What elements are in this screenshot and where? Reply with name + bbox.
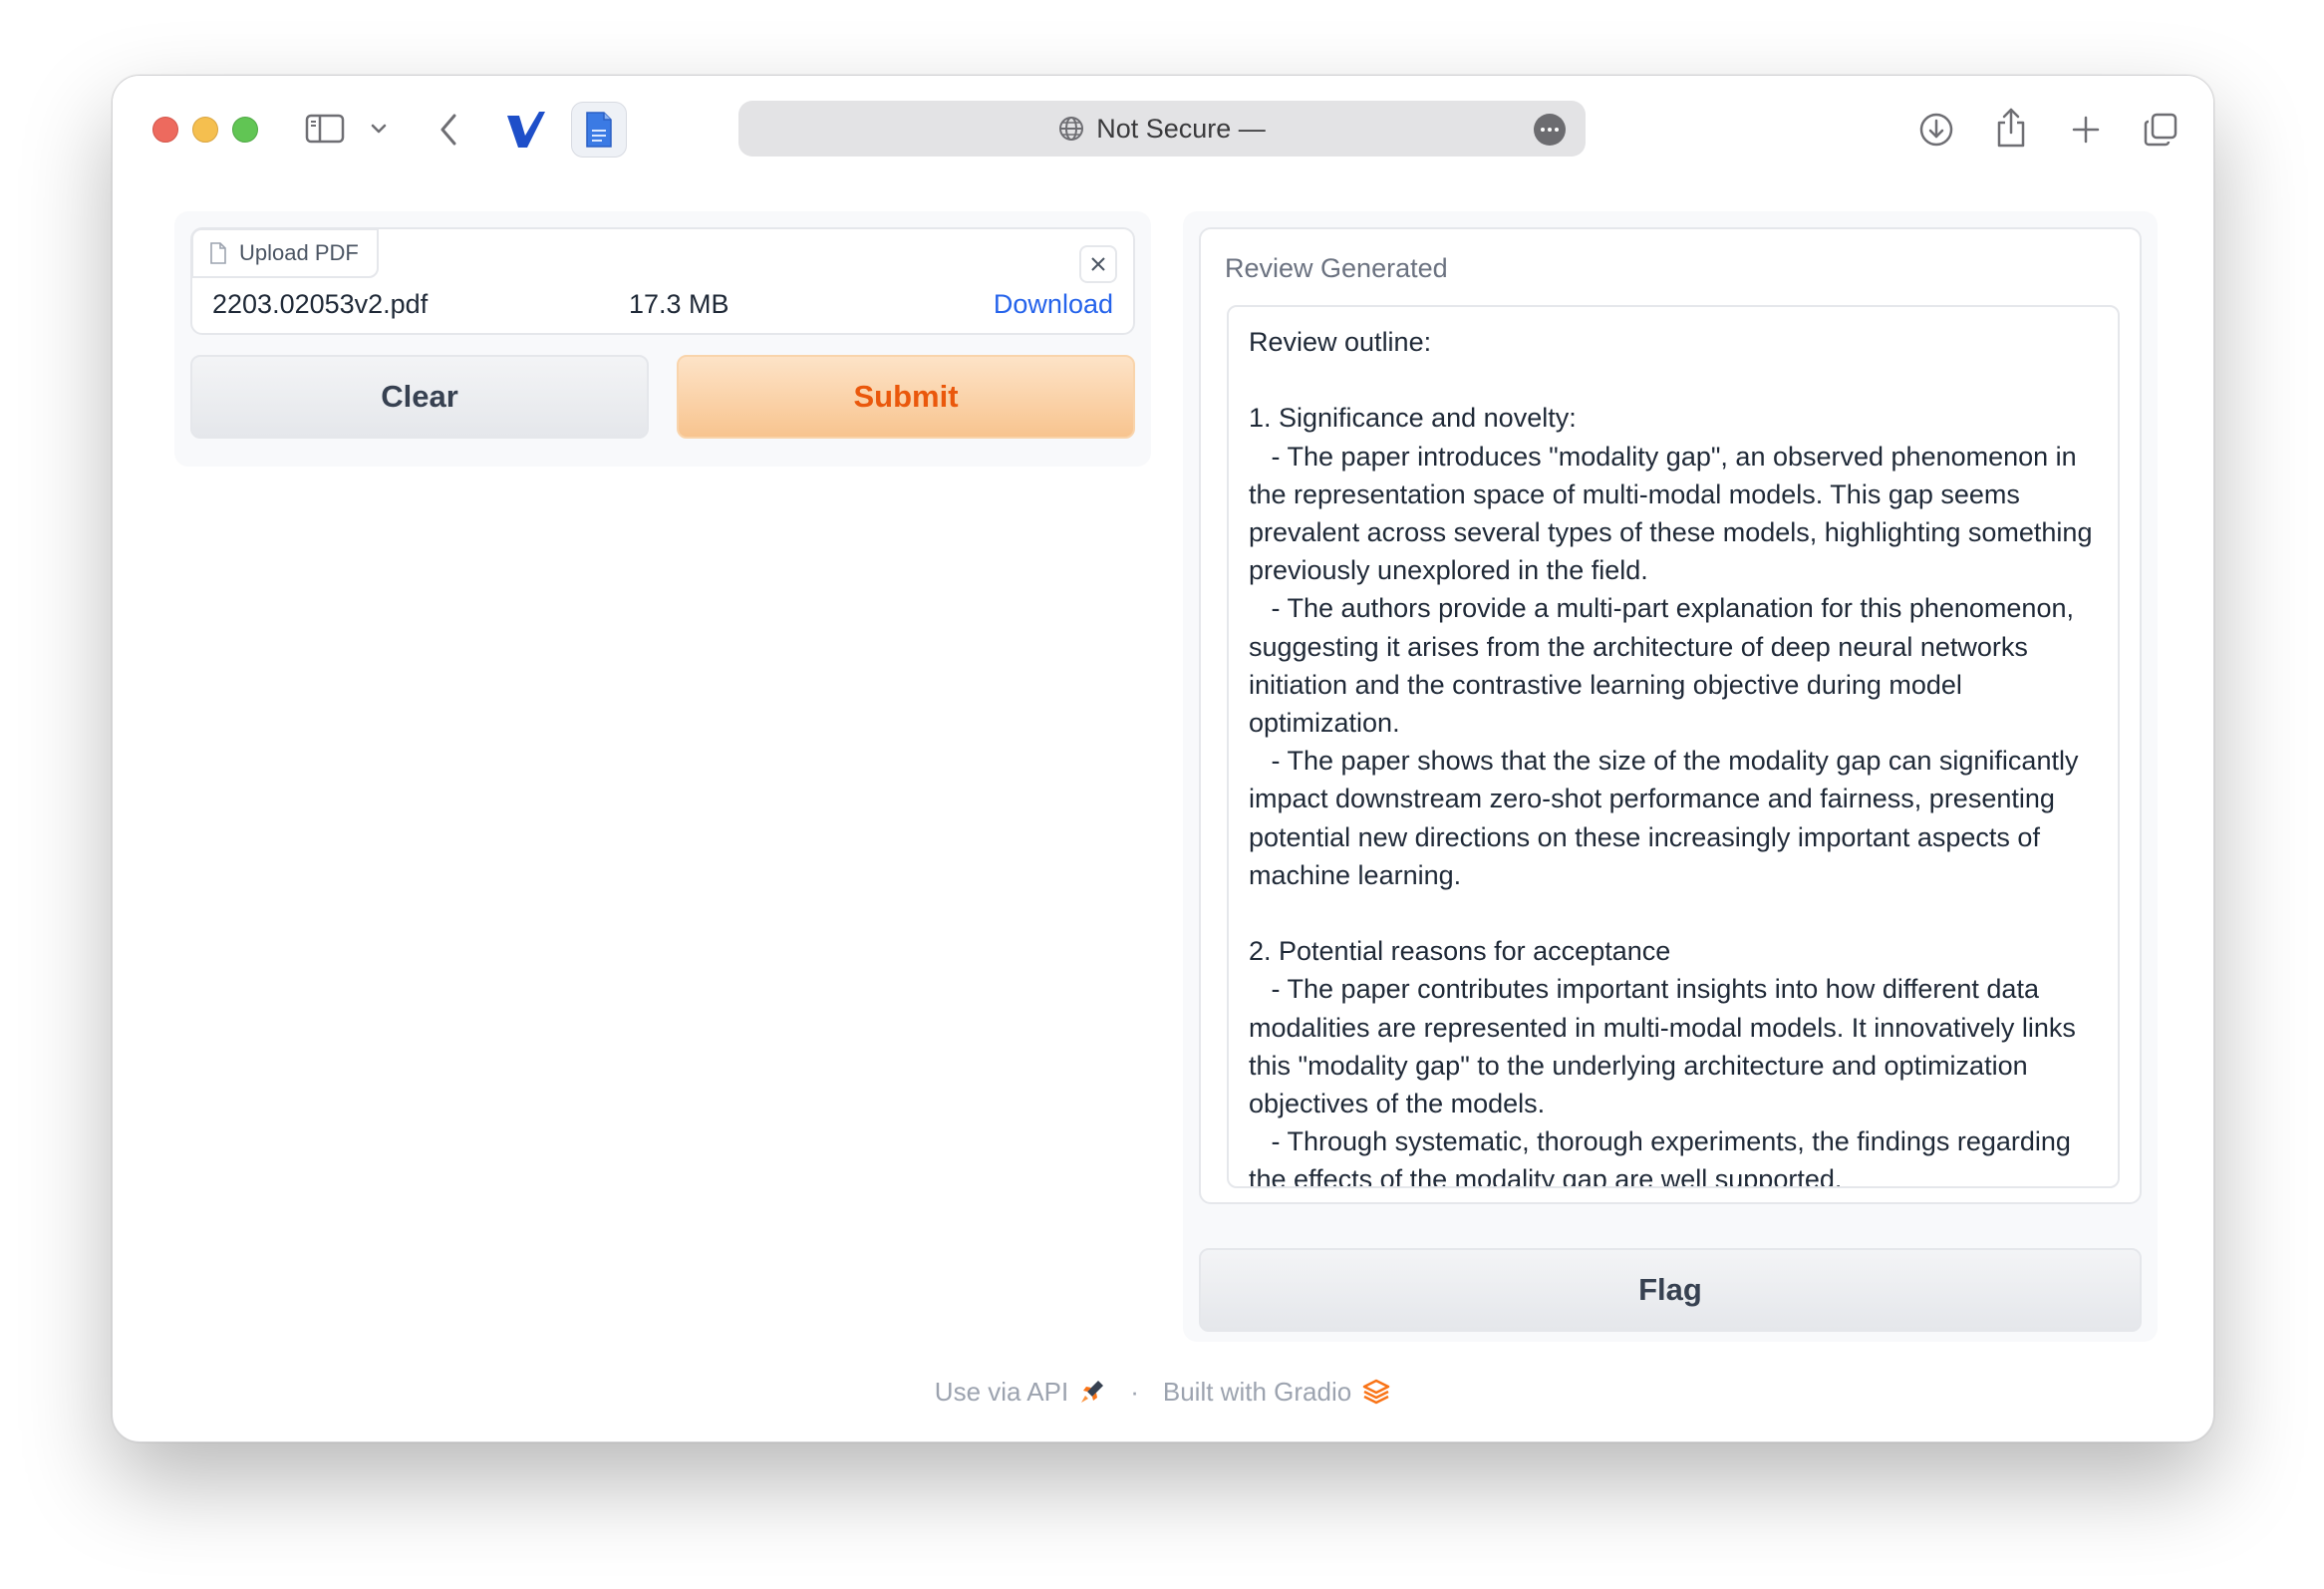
title-bar: Not Secure — [113,76,2213,185]
document-icon[interactable] [571,102,627,158]
address-bar[interactable]: Not Secure — [738,101,1586,157]
built-with-gradio-link[interactable]: Built with Gradio [1163,1377,1351,1408]
use-via-api-link[interactable]: Use via API [935,1377,1068,1408]
footer: Use via API · Built with Gradio [113,1372,2213,1412]
browser-window: Not Secure — Upload PDF 2203.02053v2.pdf… [112,75,2214,1442]
file-icon [209,242,227,264]
sidebar-icon[interactable] [305,112,345,146]
tabs-icon[interactable] [2140,108,2181,152]
review-label: Review Generated [1225,253,1448,283]
upload-pdf-label: Upload PDF [191,228,379,278]
gradio-logo-icon [1361,1378,1391,1406]
share-icon[interactable] [1991,104,2031,152]
v-logo-icon[interactable] [505,108,547,152]
rocket-icon [1078,1378,1106,1406]
output-panel: Review Generated Review outline: 1. Sign… [1183,211,2158,1342]
back-icon[interactable] [434,110,463,150]
review-output: Review Generated Review outline: 1. Sign… [1199,227,2142,1204]
footer-separator: · [1130,1376,1139,1407]
file-row: 2203.02053v2.pdf 17.3 MB Download [212,289,1113,325]
plus-icon[interactable] [2066,108,2106,152]
clear-button[interactable]: Clear [190,355,649,439]
file-upload[interactable]: Upload PDF 2203.02053v2.pdf 17.3 MB Down… [190,227,1135,335]
zoom-window-button[interactable] [232,117,258,143]
file-size: 17.3 MB [629,289,729,319]
input-panel: Upload PDF 2203.02053v2.pdf 17.3 MB Down… [174,211,1151,467]
minimize-window-button[interactable] [192,117,218,143]
url-text: Not Secure — [1096,113,1266,144]
flag-button[interactable]: Flag [1199,1248,2142,1332]
chevron-down-icon[interactable] [368,116,390,142]
submit-button[interactable]: Submit [677,355,1135,439]
file-name: 2203.02053v2.pdf [212,289,429,319]
close-window-button[interactable] [152,117,178,143]
more-icon[interactable] [1534,114,1566,146]
review-textarea[interactable]: Review outline: 1. Significance and nove… [1227,305,2120,1188]
globe-icon [1058,116,1084,142]
download-link[interactable]: Download [994,289,1113,320]
close-icon[interactable] [1079,245,1117,283]
download-icon[interactable] [1916,108,1956,152]
